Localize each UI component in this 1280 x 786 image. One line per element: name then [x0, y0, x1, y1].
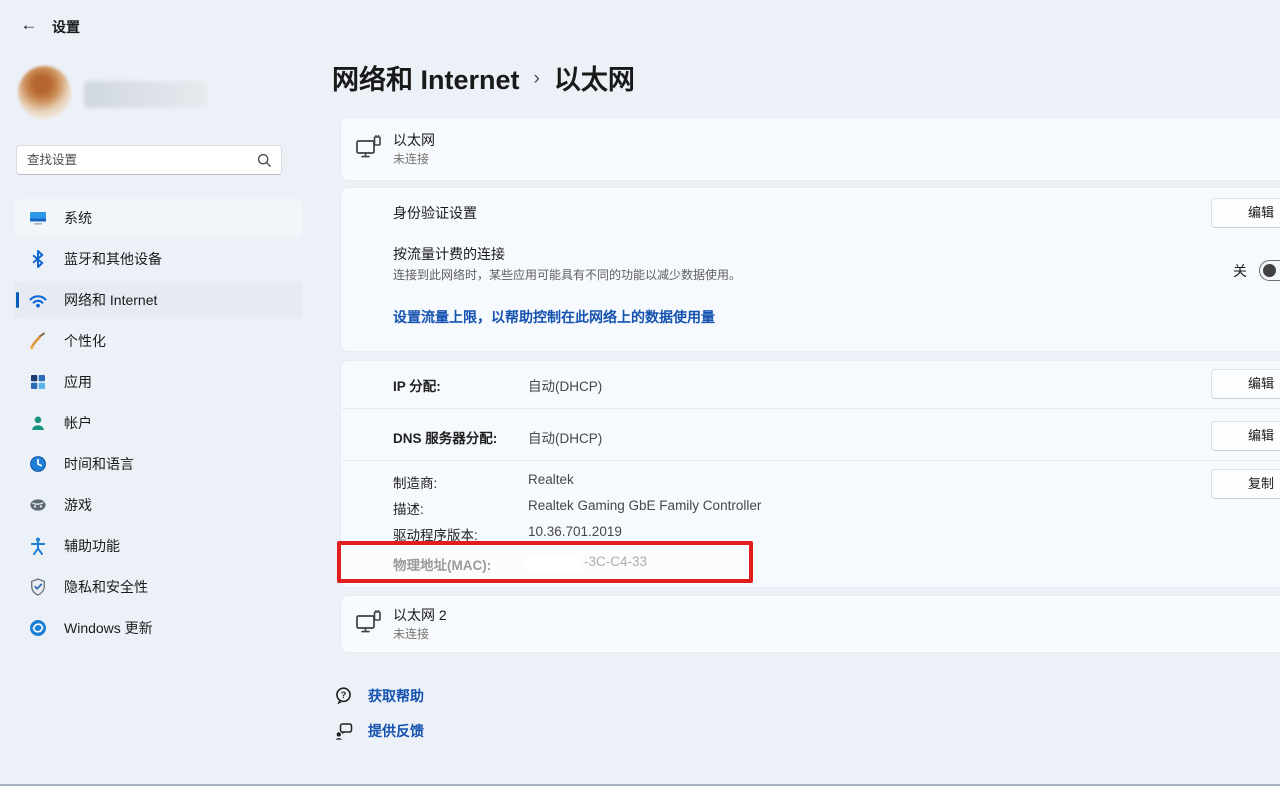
sidebar-item-time-language[interactable]: 时间和语言: [14, 445, 302, 483]
metered-toggle-group: 关: [1233, 260, 1280, 281]
manufacturer-value: Realtek: [528, 472, 574, 487]
breadcrumb-parent[interactable]: 网络和 Internet: [332, 58, 520, 97]
ip-assignment-value: 自动(DHCP): [528, 375, 602, 395]
manufacturer-label: 制造商:: [393, 472, 437, 492]
sidebar-item-network-internet[interactable]: 网络和 Internet: [14, 281, 302, 319]
sidebar-item-gaming[interactable]: 游戏: [14, 486, 302, 524]
dns-edit-button[interactable]: 编辑: [1211, 421, 1280, 451]
auth-edit-button[interactable]: 编辑: [1211, 198, 1280, 228]
get-help-link[interactable]: ? 获取帮助: [334, 686, 424, 706]
sidebar-item-personalization[interactable]: 个性化: [14, 322, 302, 360]
privacy-icon: [28, 577, 48, 597]
sidebar-item-privacy-security[interactable]: 隐私和安全性: [14, 568, 302, 606]
dns-assignment-value: 自动(DHCP): [528, 427, 602, 447]
search-box: [16, 145, 282, 175]
ethernet2-card[interactable]: 以太网 2 未连接: [340, 595, 1280, 653]
mac-address-redacted-part: [526, 554, 582, 571]
description-value: Realtek Gaming GbE Family Controller: [528, 498, 761, 513]
sidebar-item-bluetooth-devices[interactable]: 蓝牙和其他设备: [14, 240, 302, 278]
bluetooth-icon: [28, 249, 48, 269]
sidebar-item-accessibility[interactable]: 辅助功能: [14, 527, 302, 565]
data-limit-link[interactable]: 设置流量上限，以帮助控制在此网络上的数据使用量: [393, 307, 715, 327]
sidebar-item-label: 隐私和安全性: [64, 577, 148, 597]
sidebar-item-accounts[interactable]: 帐户: [14, 404, 302, 442]
feedback-label: 提供反馈: [368, 721, 424, 741]
time-language-icon: [28, 454, 48, 474]
ip-assignment-label: IP 分配:: [393, 375, 441, 395]
metered-connection-description: 连接到此网络时，某些应用可能具有不同的功能以减少数据使用。: [393, 266, 741, 283]
back-button[interactable]: ←: [16, 13, 42, 37]
sidebar-item-windows-update[interactable]: Windows 更新: [14, 609, 302, 647]
ethernet-adapter-icon: [353, 607, 385, 644]
metered-connection-title: 按流量计费的连接: [393, 244, 505, 264]
sidebar-nav: 系统 蓝牙和其他设备 网络和 Internet 个性化 应用: [14, 199, 302, 650]
avatar: [18, 66, 71, 119]
accessibility-icon: [28, 536, 48, 556]
connection-settings-card: 身份验证设置 编辑 按流量计费的连接 连接到此网络时，某些应用可能具有不同的功能…: [340, 187, 1280, 352]
metered-toggle[interactable]: [1259, 260, 1280, 281]
system-icon: [28, 208, 48, 228]
feedback-link[interactable]: 提供反馈: [334, 721, 424, 741]
ethernet-card[interactable]: 以太网 未连接: [340, 117, 1280, 181]
sidebar-item-label: 个性化: [64, 331, 106, 351]
ethernet-adapter-icon: [353, 132, 385, 169]
breadcrumb: 网络和 Internet › 以太网: [332, 58, 635, 97]
divider: [342, 408, 1280, 409]
get-help-label: 获取帮助: [368, 686, 424, 706]
sidebar-item-apps[interactable]: 应用: [14, 363, 302, 401]
svg-text:?: ?: [341, 690, 347, 700]
sidebar-item-label: 时间和语言: [64, 454, 134, 474]
driver-version-label: 驱动程序版本:: [393, 524, 478, 544]
ethernet2-card-title: 以太网 2: [393, 605, 447, 625]
accounts-icon: [28, 413, 48, 433]
copy-button[interactable]: 复制: [1211, 469, 1280, 499]
network-icon: [28, 290, 48, 310]
mac-address-value: -3C-C4-33: [584, 554, 647, 569]
metered-toggle-label: 关: [1233, 261, 1247, 281]
gaming-icon: [28, 495, 48, 515]
divider: [342, 460, 1280, 461]
ethernet-card-title: 以太网: [393, 130, 435, 150]
personalization-icon: [28, 331, 48, 351]
apps-icon: [28, 372, 48, 392]
windows-update-icon: [28, 618, 48, 638]
sidebar-item-label: 游戏: [64, 495, 92, 515]
adapter-details-card: IP 分配: 自动(DHCP) 编辑 DNS 服务器分配: 自动(DHCP) 编…: [340, 360, 1280, 588]
feedback-icon: [334, 721, 354, 741]
dns-assignment-label: DNS 服务器分配:: [393, 427, 497, 447]
breadcrumb-separator-icon: ›: [534, 68, 540, 90]
sidebar-item-label: 辅助功能: [64, 536, 120, 556]
sidebar-item-system[interactable]: 系统: [14, 199, 302, 237]
selected-indicator: [16, 292, 19, 308]
sidebar-item-label: 应用: [64, 372, 92, 392]
settings-window: ← 设置 系统 蓝牙和其他设备 网络和 Internet: [0, 0, 1280, 786]
user-name-redacted: [84, 81, 208, 108]
ethernet-card-status: 未连接: [393, 150, 429, 167]
mac-address-label: 物理地址(MAC):: [393, 554, 491, 574]
search-icon: [256, 152, 273, 174]
description-label: 描述:: [393, 498, 424, 518]
ethernet2-card-status: 未连接: [393, 625, 429, 642]
search-input[interactable]: [27, 146, 247, 174]
sidebar-item-label: 蓝牙和其他设备: [64, 249, 162, 269]
driver-version-value: 10.36.701.2019: [528, 524, 622, 539]
sidebar-item-label: 帐户: [64, 413, 92, 433]
app-title: 设置: [52, 17, 80, 37]
page-title: 以太网: [554, 58, 635, 97]
get-help-icon: ?: [334, 686, 354, 706]
sidebar-item-label: Windows 更新: [64, 618, 153, 638]
ip-edit-button[interactable]: 编辑: [1211, 369, 1280, 399]
auth-settings-label: 身份验证设置: [393, 203, 477, 223]
toggle-knob-icon: [1263, 264, 1276, 277]
sidebar-item-label: 网络和 Internet: [64, 290, 157, 310]
sidebar-item-label: 系统: [64, 208, 92, 228]
